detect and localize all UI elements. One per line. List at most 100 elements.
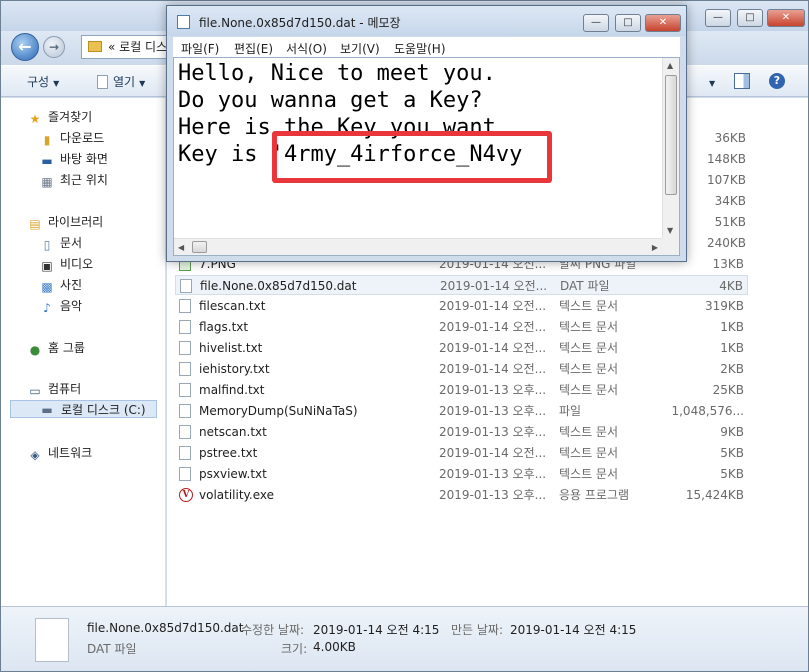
file-size: 319KB xyxy=(704,299,744,313)
sidebar-item-recent[interactable]: ▦ 최근 위치 xyxy=(39,171,108,189)
vertical-scrollbar[interactable]: ▲ ▼ xyxy=(662,58,679,238)
notepad-titlebar[interactable]: file.None.0x85d7d150.dat - 메모장 — □ ✕ xyxy=(167,6,686,36)
sidebar-item-libraries[interactable]: ▤ 라이브러리 xyxy=(27,213,103,231)
text-line: Hello, Nice to meet you. xyxy=(178,61,496,86)
file-name: hivelist.txt xyxy=(199,341,263,355)
menu-edit[interactable]: 편집(E) xyxy=(234,40,273,57)
file-date: 2019-01-13 오후... xyxy=(439,488,547,502)
file-size: 15,424KB xyxy=(685,488,744,502)
file-type: DAT 파일 xyxy=(560,279,610,293)
file-type: 텍스트 문서 xyxy=(559,446,619,460)
scroll-up-icon[interactable]: ▲ xyxy=(667,61,673,70)
close-button[interactable]: ✕ xyxy=(767,9,805,27)
notepad-icon xyxy=(177,15,190,29)
file-name: filescan.txt xyxy=(199,299,266,313)
scroll-right-icon[interactable]: ▶ xyxy=(652,243,658,252)
library-icon: ▤ xyxy=(29,217,41,231)
scroll-down-icon[interactable]: ▼ xyxy=(667,226,673,235)
file-size: 2KB xyxy=(720,362,744,376)
pictures-icon: ▩ xyxy=(41,280,53,294)
preview-pane-icon[interactable] xyxy=(734,73,750,89)
sidebar-label: 컴퓨터 xyxy=(48,382,82,396)
menu-file[interactable]: 파일(F) xyxy=(181,40,219,57)
homegroup-icon: ● xyxy=(29,343,41,357)
key-highlight-box xyxy=(272,131,552,183)
file-row[interactable]: pstree.txt 2019-01-14 오전... 텍스트 문서 5KB xyxy=(175,443,748,463)
file-row[interactable]: filescan.txt 2019-01-14 오전... 텍스트 문서 319KB xyxy=(175,296,748,316)
sidebar-label: 음악 xyxy=(60,299,83,313)
scroll-left-icon[interactable]: ◀ xyxy=(178,243,184,252)
back-button[interactable]: ← xyxy=(11,33,39,61)
text-file-icon xyxy=(179,425,191,439)
status-filetype: DAT 파일 xyxy=(87,642,137,656)
file-icon xyxy=(180,279,192,293)
file-size: 4KB xyxy=(719,279,743,293)
modified-value: 2019-01-14 오전 4:15 xyxy=(313,623,440,637)
size-label: 크기: xyxy=(281,642,308,656)
details-pane: file.None.0x85d7d150.dat DAT 파일 수정한 날짜: … xyxy=(1,606,808,671)
help-icon[interactable]: ? xyxy=(769,73,785,89)
maximize-button[interactable]: □ xyxy=(737,9,763,27)
notepad-close-button[interactable]: ✕ xyxy=(645,14,681,32)
hidden-row-size: 107KB xyxy=(706,173,746,187)
menu-help[interactable]: 도움말(H) xyxy=(394,40,446,57)
vertical-scroll-thumb[interactable] xyxy=(665,75,677,195)
sidebar-item-favorites[interactable]: ★ 즐겨찾기 xyxy=(27,108,93,126)
file-row[interactable]: Vvolatility.exe 2019-01-13 오후... 응용 프로그램 15… xyxy=(175,485,748,505)
sidebar-item-documents[interactable]: ▯ 문서 xyxy=(39,234,82,252)
sidebar-item-videos[interactable]: ▣ 비디오 xyxy=(39,255,93,273)
file-type: 파일 xyxy=(559,404,582,418)
created-label: 만든 날짜: xyxy=(451,623,504,637)
horizontal-scrollbar[interactable]: ◀ ▶ xyxy=(174,238,662,255)
file-row[interactable]: MemoryDump(SuNiNaTaS) 2019-01-13 오후... 파일 1… xyxy=(175,401,748,421)
file-date: 2019-01-14 오전... xyxy=(439,341,547,355)
horizontal-scroll-thumb[interactable] xyxy=(192,241,207,253)
organize-button[interactable]: 구성 ▼ xyxy=(27,73,59,91)
sidebar-item-music[interactable]: ♪ 음악 xyxy=(39,297,82,315)
file-size: 13KB xyxy=(712,257,744,271)
forward-button[interactable]: → xyxy=(43,36,65,58)
file-size: 25KB xyxy=(712,383,744,397)
file-row[interactable]: hivelist.txt 2019-01-14 오전... 텍스트 문서 1KB xyxy=(175,338,748,358)
file-type: 텍스트 문서 xyxy=(559,383,619,397)
scrollbar-corner xyxy=(662,238,679,255)
open-button[interactable]: 열기 ▼ xyxy=(97,73,145,91)
file-row[interactable]: netscan.txt 2019-01-13 오후... 텍스트 문서 9KB xyxy=(175,422,748,442)
minimize-button[interactable]: — xyxy=(705,9,731,27)
file-row[interactable]: flags.txt 2019-01-14 오전... 텍스트 문서 1KB xyxy=(175,317,748,337)
file-date: 2019-01-14 오전... xyxy=(440,279,548,293)
file-row[interactable]: malfind.txt 2019-01-13 오후... 텍스트 문서 25KB xyxy=(175,380,748,400)
file-type: 텍스트 문서 xyxy=(559,425,619,439)
size-value: 4.00KB xyxy=(313,640,356,654)
sidebar-label: 사진 xyxy=(60,278,83,292)
sidebar-item-desktop[interactable]: ▬ 바탕 화면 xyxy=(39,150,108,168)
file-icon xyxy=(97,75,108,89)
file-row[interactable]: file.None.0x85d7d150.dat 2019-01-14 오전...… xyxy=(175,275,748,295)
sidebar-item-local-disk[interactable]: ▬ 로컬 디스크 (C:) xyxy=(10,400,157,418)
file-row[interactable]: iehistory.txt 2019-01-14 오전... 텍스트 문서 2KB xyxy=(175,359,748,379)
recent-places-icon: ▦ xyxy=(41,175,53,189)
sidebar-item-downloads[interactable]: ▮ 다운로드 xyxy=(39,129,104,147)
file-name: file.None.0x85d7d150.dat xyxy=(200,279,357,293)
file-size: 1,048,576... xyxy=(671,404,744,418)
sidebar-label: 로컬 디스크 (C:) xyxy=(61,403,146,417)
file-icon xyxy=(179,404,191,418)
text-file-icon xyxy=(179,467,191,481)
sidebar-item-pictures[interactable]: ▩ 사진 xyxy=(39,276,82,294)
menu-view[interactable]: 보기(V) xyxy=(340,40,380,57)
sidebar-item-computer[interactable]: ▭ 컴퓨터 xyxy=(27,380,81,398)
hidden-row-size: 51KB xyxy=(714,215,746,229)
file-size: 5KB xyxy=(720,467,744,481)
notepad-minimize-button[interactable]: — xyxy=(583,14,609,32)
sidebar-item-homegroup[interactable]: ● 홈 그룹 xyxy=(27,339,85,357)
star-icon: ★ xyxy=(29,112,41,126)
notepad-maximize-button[interactable]: □ xyxy=(615,14,641,32)
view-options-arrow[interactable]: ▼ xyxy=(705,73,715,91)
open-label: 열기 xyxy=(113,75,136,89)
file-row[interactable]: psxview.txt 2019-01-13 오후... 텍스트 문서 5KB xyxy=(175,464,748,484)
file-icon xyxy=(35,618,69,662)
menu-format[interactable]: 서식(O) xyxy=(286,40,327,57)
file-type: 텍스트 문서 xyxy=(559,299,619,313)
navigation-pane: ★ 즐겨찾기 ▮ 다운로드 ▬ 바탕 화면 ▦ 최근 위치 ▤ 라이브러리 ▯ 문서 ▣ 비디… xyxy=(1,98,166,606)
sidebar-item-network[interactable]: ◈ 네트워크 xyxy=(27,444,92,462)
